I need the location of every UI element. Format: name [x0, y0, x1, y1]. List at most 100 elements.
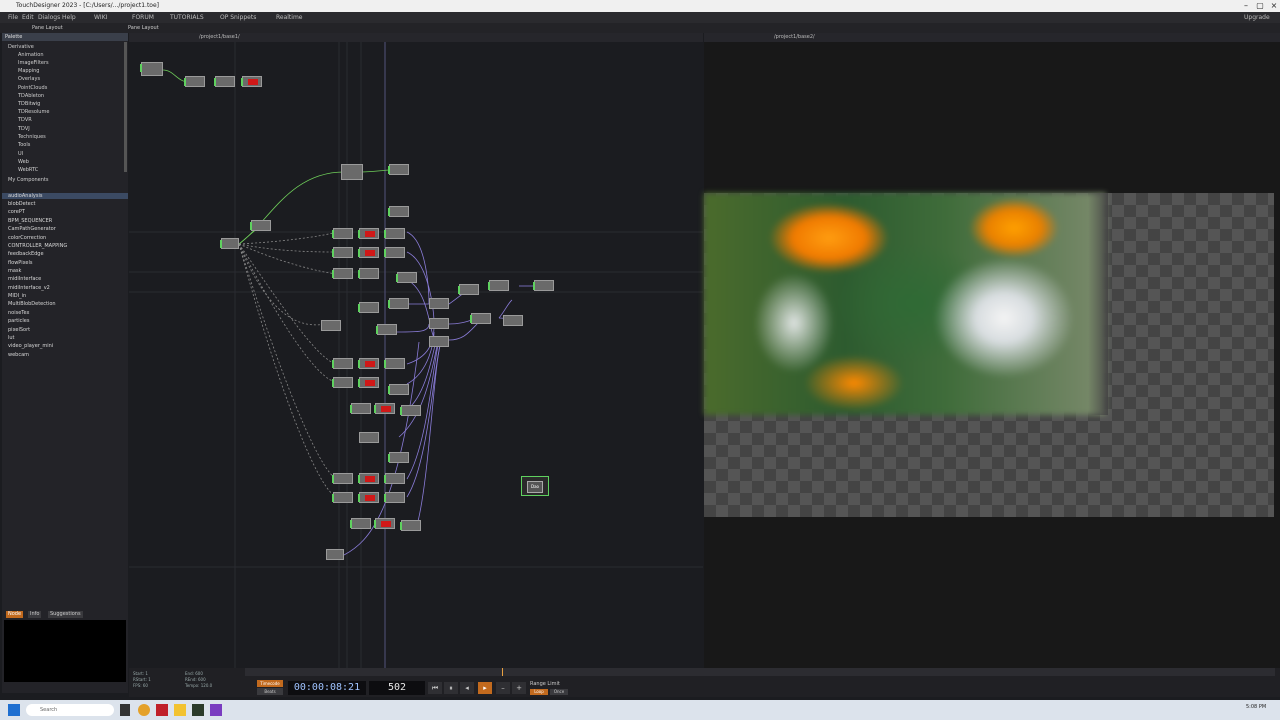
network-node[interactable]: [396, 272, 417, 283]
menu-wiki[interactable]: WIKI: [94, 12, 107, 23]
timecode-mode-button[interactable]: Timecode: [257, 680, 283, 687]
list-item[interactable]: midiInterface: [8, 275, 41, 283]
network-node[interactable]: [332, 473, 353, 484]
network-node[interactable]: [429, 336, 449, 347]
tree-item[interactable]: TDAbleton: [18, 92, 44, 100]
network-node[interactable]: [374, 518, 395, 529]
start-icon[interactable]: [8, 704, 20, 716]
taskbar-search-input[interactable]: Search: [26, 704, 114, 716]
tab-node[interactable]: Node: [6, 611, 24, 618]
dao-node[interactable]: Dao: [521, 476, 549, 496]
tree-item[interactable]: TDResolume: [18, 108, 49, 116]
list-item[interactable]: webcam: [8, 351, 29, 359]
network-node[interactable]: [358, 358, 379, 369]
network-node[interactable]: [358, 268, 379, 279]
file-explorer-icon[interactable]: [174, 704, 186, 716]
network-node[interactable]: [358, 247, 379, 258]
list-item[interactable]: CONTROLLER_MAPPING: [8, 242, 67, 250]
menu-tutorials[interactable]: TUTORIALS: [170, 12, 204, 23]
list-item[interactable]: flowPixels: [8, 259, 32, 267]
network-node[interactable]: [388, 164, 409, 175]
network-node[interactable]: [184, 76, 205, 87]
tree-item[interactable]: Derivative: [8, 43, 34, 51]
list-item[interactable]: mask: [8, 267, 21, 275]
list-item[interactable]: video_player_mini: [8, 342, 53, 350]
network-node[interactable]: [332, 268, 353, 279]
menu-edit[interactable]: Edit: [22, 12, 34, 23]
tree-item[interactable]: Mapping: [18, 67, 39, 75]
network-node[interactable]: [332, 377, 353, 388]
once-button[interactable]: Once: [550, 689, 568, 695]
network-node[interactable]: [358, 377, 379, 388]
play-button[interactable]: ▸: [478, 682, 492, 694]
timeline-playhead[interactable]: [502, 668, 503, 676]
pane-layout-label[interactable]: Pane Layout: [32, 23, 63, 33]
network-node[interactable]: [326, 549, 344, 560]
list-item[interactable]: particles: [8, 317, 29, 325]
network-node[interactable]: [341, 164, 363, 180]
list-item[interactable]: noiseTex: [8, 309, 29, 317]
list-item[interactable]: midiInterface_v2: [8, 284, 50, 292]
tree-item[interactable]: TDVJ: [18, 125, 30, 133]
timeline-ruler[interactable]: [245, 668, 1275, 676]
taskbar-clock[interactable]: 5:08 PM: [1246, 704, 1266, 710]
list-item[interactable]: CamPathGenerator: [8, 225, 56, 233]
menu-forum[interactable]: FORUM: [132, 12, 154, 23]
network-node[interactable]: [358, 473, 379, 484]
network-node[interactable]: [384, 492, 405, 503]
rewind-button[interactable]: ⏮: [428, 682, 442, 694]
network-node[interactable]: [533, 280, 554, 291]
tree-item[interactable]: WebRTC: [18, 166, 38, 174]
network-node[interactable]: [429, 318, 449, 329]
app-icon-purple[interactable]: [210, 704, 222, 716]
task-view-icon[interactable]: [120, 704, 130, 716]
network-node[interactable]: [358, 302, 379, 313]
network-node[interactable]: [429, 298, 449, 309]
network-node[interactable]: [332, 228, 353, 239]
network-node[interactable]: [384, 228, 405, 239]
tab-info[interactable]: Info: [28, 611, 42, 618]
chrome-icon[interactable]: [138, 704, 150, 716]
network-node[interactable]: [400, 405, 421, 416]
step-back-button[interactable]: ◂: [460, 682, 474, 694]
network-node[interactable]: [332, 358, 353, 369]
list-item[interactable]: corePT: [8, 208, 25, 216]
network-path[interactable]: /project1/base1/: [199, 34, 240, 40]
list-item[interactable]: lut: [8, 334, 15, 342]
tree-item[interactable]: My Components: [8, 176, 49, 184]
network-node[interactable]: [241, 76, 262, 87]
network-node[interactable]: [488, 280, 509, 291]
network-node[interactable]: [332, 492, 353, 503]
tree-item[interactable]: TDVR: [18, 116, 32, 124]
network-node[interactable]: [400, 520, 421, 531]
tree-item[interactable]: Animation: [18, 51, 44, 59]
pane-layout-label-2[interactable]: Pane Layout: [128, 23, 159, 33]
list-item[interactable]: MIDI_in: [8, 292, 26, 300]
network-node[interactable]: [388, 384, 409, 395]
network-node[interactable]: [384, 473, 405, 484]
network-node[interactable]: [388, 206, 409, 217]
network-node[interactable]: [388, 298, 409, 309]
network-node[interactable]: [350, 403, 371, 414]
app-icon-red[interactable]: [156, 704, 168, 716]
list-item[interactable]: BPM_SEQUENCER: [8, 217, 52, 225]
network-node[interactable]: [458, 284, 479, 295]
network-node[interactable]: [503, 315, 523, 326]
menu-file[interactable]: File: [8, 12, 18, 23]
tree-item[interactable]: Overlays: [18, 75, 40, 83]
tree-item[interactable]: Techniques: [18, 133, 46, 141]
network-node[interactable]: [384, 247, 405, 258]
network-node[interactable]: [359, 432, 379, 443]
palette-scrollbar[interactable]: [124, 42, 127, 172]
timecode-display[interactable]: 00:00:08:21: [288, 681, 366, 695]
network-node[interactable]: [332, 247, 353, 258]
beats-mode-button[interactable]: Beats: [257, 688, 283, 695]
network-node[interactable]: [250, 220, 271, 231]
loop-button[interactable]: Loop: [530, 689, 548, 695]
network-node[interactable]: [388, 452, 409, 463]
network-node[interactable]: [384, 358, 405, 369]
touchdesigner-icon[interactable]: [192, 704, 204, 716]
network-node[interactable]: [470, 313, 491, 324]
tree-item[interactable]: UI: [18, 150, 23, 158]
tree-item[interactable]: TDBitwig: [18, 100, 40, 108]
